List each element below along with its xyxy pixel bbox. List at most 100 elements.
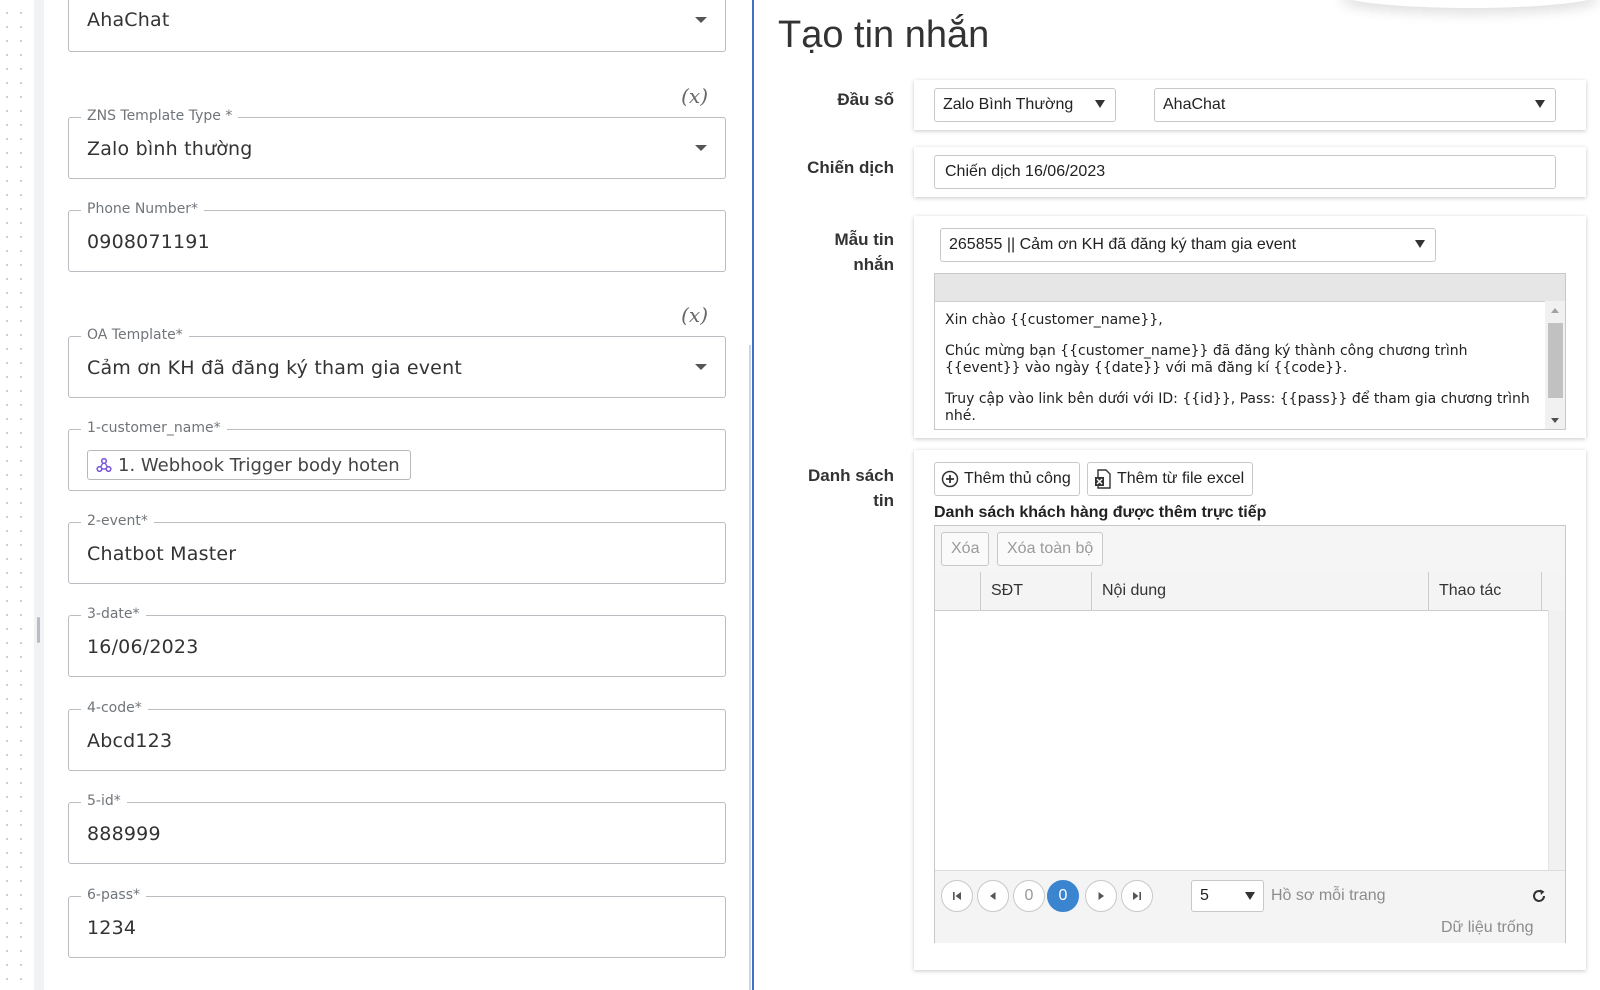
- customer-name-label: 1-customer_name*: [81, 420, 227, 436]
- next-page-button[interactable]: [1085, 880, 1117, 912]
- variable-x-icon[interactable]: (x): [681, 303, 708, 327]
- code-field[interactable]: 4-code* Abcd123: [68, 700, 726, 771]
- scroll-up-icon[interactable]: [1551, 308, 1559, 313]
- message-template-value: 265855 || Cảm ơn KH đã đăng ký tham gia …: [949, 236, 1297, 253]
- dau-so-label: Đầu số: [837, 90, 894, 109]
- next-page-icon: [1098, 892, 1104, 900]
- page-title: Tạo tin nhắn: [778, 14, 990, 56]
- dau-so-card: Zalo Bình Thường AhaChat: [914, 80, 1586, 130]
- node-config-form: AhaChat (x) ZNS Template Type * Zalo bìn…: [44, 0, 750, 990]
- page-number[interactable]: 0: [1013, 880, 1045, 912]
- delete-button[interactable]: Xóa: [941, 532, 990, 566]
- mau-tin-label: Mẫu tin nhắn: [754, 227, 895, 277]
- first-page-icon: [953, 892, 961, 900]
- danh-sach-label-line1: Danh sách: [808, 466, 894, 485]
- scroll-down-icon[interactable]: [1551, 418, 1559, 423]
- add-excel-button[interactable]: Thêm từ file excel: [1087, 462, 1254, 496]
- preview-header: [935, 274, 1565, 302]
- campaign-name-input[interactable]: Chiến dịch 16/06/2023: [934, 155, 1556, 189]
- date-value[interactable]: 16/06/2023: [87, 636, 199, 658]
- id-label: 5-id*: [81, 793, 127, 809]
- sender-type-value: Zalo Bình Thường: [943, 96, 1074, 113]
- zns-template-type-select[interactable]: ZNS Template Type * Zalo bình thường: [68, 108, 726, 179]
- excel-file-icon: [1095, 469, 1111, 489]
- resize-handle[interactable]: [37, 617, 40, 643]
- column-header-actions[interactable]: Thao tác: [1429, 572, 1542, 610]
- delete-all-button[interactable]: Xóa toàn bộ: [997, 532, 1104, 566]
- preview-scrollbar[interactable]: [1545, 301, 1565, 429]
- plus-circle-icon: [941, 470, 959, 488]
- dropdown-arrow-icon: [1245, 892, 1255, 900]
- phone-number-label: Phone Number*: [81, 201, 205, 217]
- account-select-value: AhaChat: [87, 9, 170, 31]
- sender-account-value: AhaChat: [1163, 96, 1226, 113]
- code-label: 4-code*: [81, 700, 148, 716]
- chevron-down-icon[interactable]: [695, 145, 707, 151]
- phone-number-value[interactable]: 0908071191: [87, 231, 210, 253]
- page-size-select[interactable]: 5: [1191, 880, 1264, 912]
- variable-chip[interactable]: 1. Webhook Trigger body hoten: [87, 450, 411, 480]
- account-select[interactable]: AhaChat: [68, 0, 726, 52]
- oa-template-select[interactable]: OA Template* Cảm ơn KH đã đăng ký tham g…: [68, 327, 726, 398]
- phone-number-field[interactable]: Phone Number* 0908071191: [68, 201, 726, 272]
- page-size-value: 5: [1200, 887, 1209, 904]
- variable-x-icon[interactable]: (x): [681, 84, 708, 108]
- pass-value[interactable]: 1234: [87, 917, 136, 939]
- refresh-icon[interactable]: [1531, 888, 1547, 904]
- column-header-content[interactable]: Nội dung: [1092, 572, 1429, 610]
- scroll-thumb[interactable]: [1548, 323, 1563, 398]
- preview-body: Xin chào {{customer_name}}, Chúc mừng bạ…: [945, 312, 1540, 439]
- add-excel-label: Thêm từ file excel: [1117, 470, 1245, 487]
- zns-template-type-label: ZNS Template Type *: [81, 108, 239, 124]
- page-size-label: Hồ sơ mỗi trang: [1271, 887, 1386, 904]
- id-field[interactable]: 5-id* 888999: [68, 793, 726, 864]
- zns-template-type-value: Zalo bình thường: [87, 138, 253, 160]
- list-subtitle: Danh sách khách hàng được thêm trực tiếp: [934, 504, 1267, 521]
- mau-tin-label-line2: nhắn: [853, 255, 894, 274]
- pass-label: 6-pass*: [81, 887, 147, 903]
- preview-line: Truy cập vào link bên dưới với ID: {{id}…: [945, 391, 1530, 424]
- chevron-down-icon[interactable]: [695, 17, 707, 23]
- prev-page-button[interactable]: [977, 880, 1009, 912]
- select-column-header[interactable]: [935, 572, 981, 610]
- first-page-button[interactable]: [941, 880, 973, 912]
- last-page-button[interactable]: [1121, 880, 1153, 912]
- column-header-phone[interactable]: SĐT: [981, 572, 1092, 610]
- customer-name-field[interactable]: 1-customer_name* 1. Webhook Trigger body…: [68, 420, 726, 491]
- grid-scrollbar[interactable]: [1548, 610, 1565, 870]
- add-manual-button[interactable]: Thêm thủ công: [934, 462, 1080, 496]
- floating-shadow: [1340, 0, 1600, 8]
- dropdown-arrow-icon: [1535, 100, 1545, 108]
- sender-type-select[interactable]: Zalo Bình Thường: [934, 88, 1116, 122]
- chien-dich-card: Chiến dịch 16/06/2023: [914, 147, 1586, 197]
- danh-sach-label: Danh sách tin: [754, 463, 894, 513]
- sender-account-select[interactable]: AhaChat: [1154, 88, 1556, 122]
- grid-pager: 0 0 5 Hồ sơ mỗi trang Dữ liệu trống: [935, 870, 1565, 943]
- left-scrollbar[interactable]: [749, 345, 751, 990]
- grid-header: SĐT Nội dung Thao tác: [935, 572, 1565, 611]
- prev-page-icon: [990, 892, 996, 900]
- event-field[interactable]: 2-event* Chatbot Master: [68, 513, 726, 584]
- mau-tin-label-line1: Mẫu tin: [834, 230, 895, 249]
- id-value[interactable]: 888999: [87, 823, 161, 845]
- canvas-dot-grid: [0, 0, 34, 990]
- oa-template-value: Cảm ơn KH đã đăng ký tham gia event: [87, 357, 462, 379]
- empty-data-text: Dữ liệu trống: [1441, 919, 1534, 936]
- template-preview: Xin chào {{customer_name}}, Chúc mừng bạ…: [934, 273, 1566, 430]
- current-page[interactable]: 0: [1047, 880, 1079, 912]
- last-page-icon: [1133, 892, 1141, 900]
- create-message-panel: Tạo tin nhắn Đầu số Zalo Bình Thường Aha…: [754, 0, 1600, 990]
- code-value[interactable]: Abcd123: [87, 730, 172, 752]
- danh-sach-label-line2: tin: [873, 491, 894, 510]
- add-manual-label: Thêm thủ công: [964, 470, 1071, 487]
- event-value[interactable]: Chatbot Master: [87, 543, 236, 565]
- chevron-down-icon[interactable]: [695, 364, 707, 370]
- dropdown-arrow-icon: [1415, 240, 1425, 248]
- grid-toolbar: Xóa Xóa toàn bộ: [935, 526, 1565, 573]
- preview-line: Chúc mừng bạn {{customer_name}} đã đăng …: [945, 343, 1468, 376]
- pass-field[interactable]: 6-pass* 1234: [68, 887, 726, 958]
- message-template-select[interactable]: 265855 || Cảm ơn KH đã đăng ký tham gia …: [940, 228, 1436, 262]
- date-label: 3-date*: [81, 606, 146, 622]
- date-field[interactable]: 3-date* 16/06/2023: [68, 606, 726, 677]
- dropdown-arrow-icon: [1095, 100, 1105, 108]
